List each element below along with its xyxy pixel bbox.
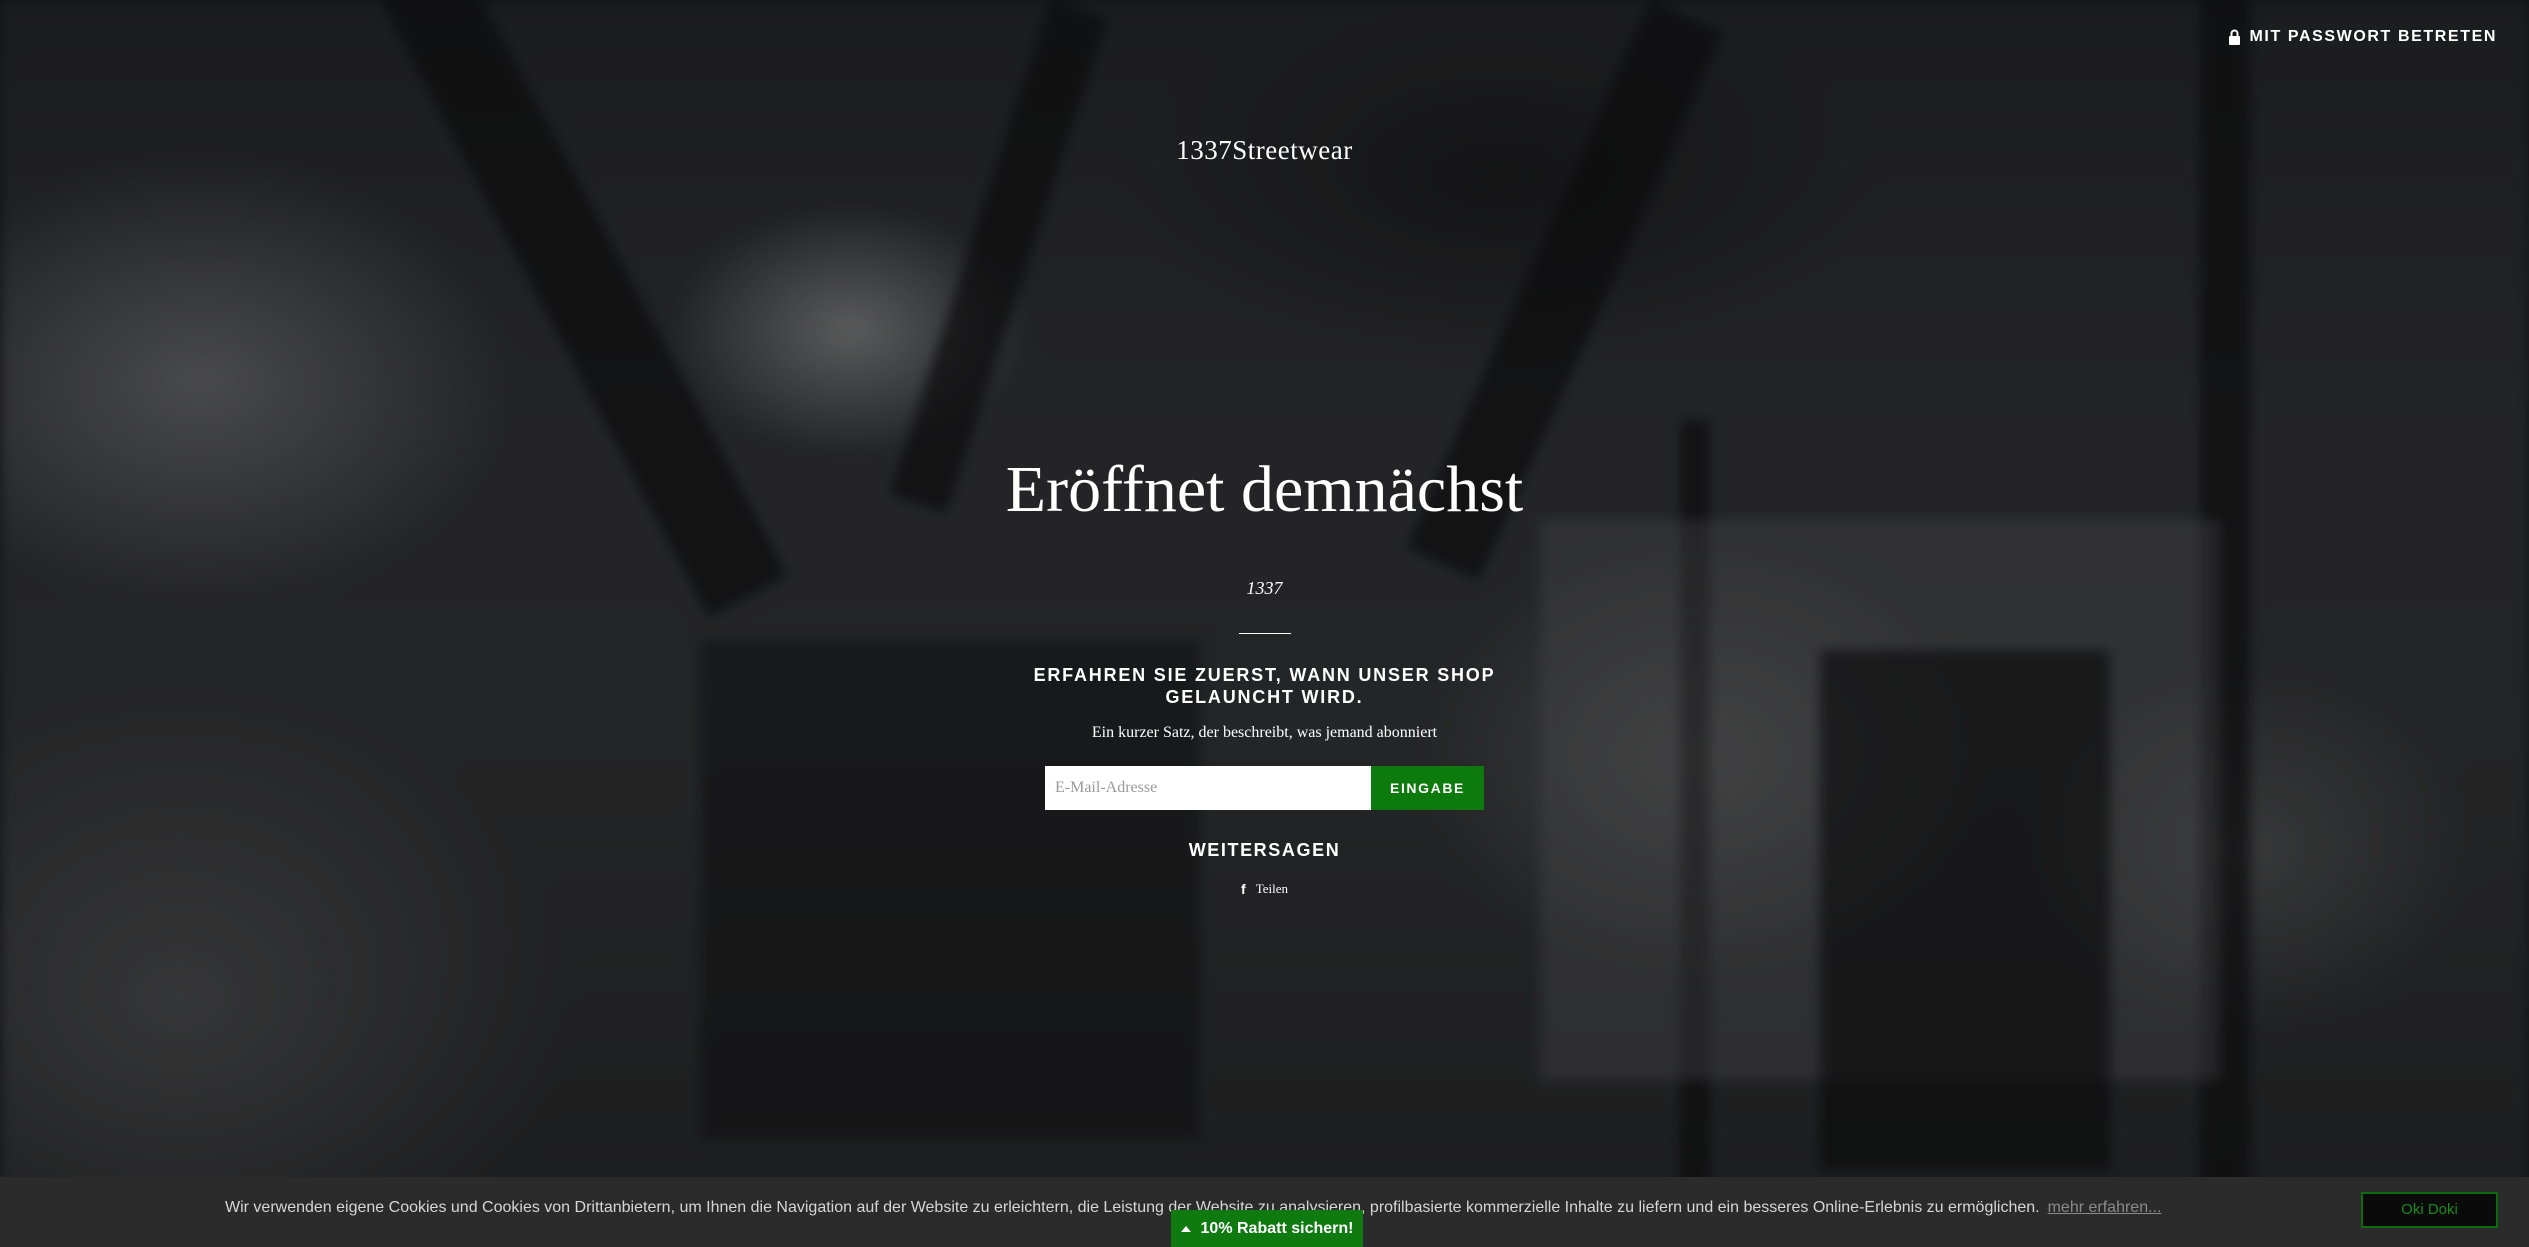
divider [1238,633,1291,634]
discount-tab-label: 10% Rabatt sichern! [1200,1219,1354,1237]
share-heading: WEITERSAGEN [1188,840,1341,860]
main-content: Eröffnet demnächst 1337 ERFAHREN SIE ZUE… [0,440,2529,899]
submit-button[interactable]: EINGABE [1371,766,1484,810]
shop-logo[interactable]: 1337Streetwear [0,135,2529,166]
facebook-share-button[interactable]: f Teilen [1241,881,1288,897]
signup-description: Ein kurzer Satz, der beschreibt, was jem… [1091,724,1438,741]
cookie-accept-button[interactable]: Oki Doki [2361,1192,2498,1228]
signup-heading: ERFAHREN SIE ZUERST, WANN UNSER SHOP GEL… [1033,665,1496,707]
email-field[interactable] [1045,766,1371,810]
password-link-label: MIT PASSWORT BETRETEN [2249,28,2497,45]
discount-tab[interactable]: 10% Rabatt sichern! [1171,1210,1363,1247]
page-subtitle: 1337 [1246,578,1283,598]
password-login-link[interactable]: MIT PASSWORT BETRETEN [2228,28,2497,46]
facebook-share-label: Teilen [1255,881,1288,896]
caret-up-icon [1180,1225,1191,1232]
newsletter-form: EINGABE [1045,766,1484,810]
facebook-icon: f [1241,881,1246,897]
page-title: Eröffnet demnächst [1005,453,1524,526]
cookie-more-link[interactable]: mehr erfahren... [2048,1199,2162,1216]
lock-icon [2229,29,2241,45]
cookie-message-text: Wir verwenden eigene Cookies und Cookies… [225,1199,2040,1216]
